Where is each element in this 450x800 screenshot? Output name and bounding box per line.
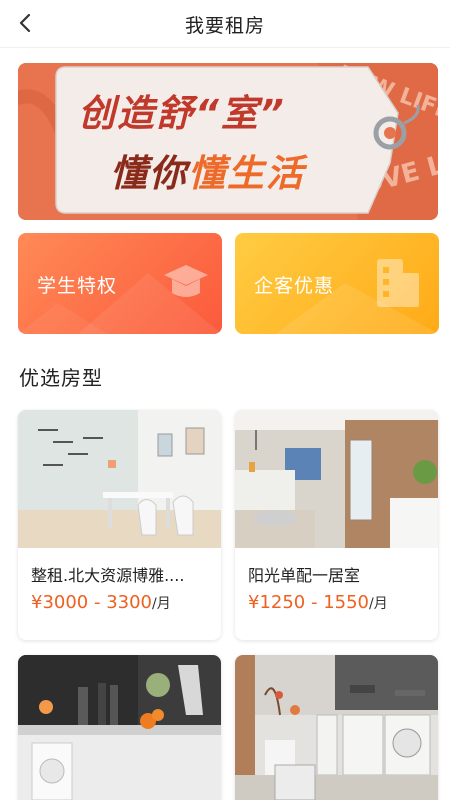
- listing-price-value-1: ¥3000 - 3300: [31, 592, 153, 613]
- banner-headline-2a: 懂你: [110, 152, 188, 195]
- listing-price-unit-1: /月: [152, 596, 171, 612]
- listing-name-1: 整租.北大资源博雅....: [31, 566, 185, 585]
- section-title-featured: 优选房型: [19, 366, 103, 390]
- listing-price-2: ¥1250 - 1550/月: [248, 592, 388, 613]
- page-title: 我要租房: [184, 15, 265, 37]
- listing-photo-1: [18, 410, 221, 548]
- student-privilege-card[interactable]: 学生特权: [18, 233, 222, 334]
- listing-price-value-2: ¥1250 - 1550: [248, 592, 370, 613]
- listing-photo-2: [235, 410, 438, 548]
- nav-bar: 我要租房: [0, 0, 450, 48]
- banner-headline-1: 创造舒“室”: [78, 92, 286, 135]
- listing-photo-4: [235, 655, 438, 800]
- listing-photo-3: [18, 655, 221, 800]
- listing-card-4[interactable]: [235, 655, 438, 800]
- corporate-discount-label: 企客优惠: [254, 275, 335, 297]
- listing-price-unit-2: /月: [369, 596, 388, 612]
- listing-name-2: 阳光单配一居室: [248, 566, 361, 585]
- listing-card-3[interactable]: [18, 655, 221, 800]
- corporate-discount-card[interactable]: 企客优惠: [235, 233, 439, 334]
- building-icon: [377, 259, 419, 307]
- listing-card-1[interactable]: 整租.北大资源博雅.... ¥3000 - 3300/月: [18, 410, 221, 640]
- promo-banner[interactable]: NEW LIFE LOVE LO 创造舒“室” 懂你懂生活: [18, 63, 438, 220]
- banner-headline-2: 懂你懂生活: [110, 143, 305, 197]
- student-privilege-label: 学生特权: [37, 275, 118, 297]
- listing-price-1: ¥3000 - 3300/月: [31, 592, 171, 613]
- listing-card-2[interactable]: 阳光单配一居室 ¥1250 - 1550/月: [235, 410, 438, 640]
- banner-headline-2b: 懂生活: [188, 152, 305, 195]
